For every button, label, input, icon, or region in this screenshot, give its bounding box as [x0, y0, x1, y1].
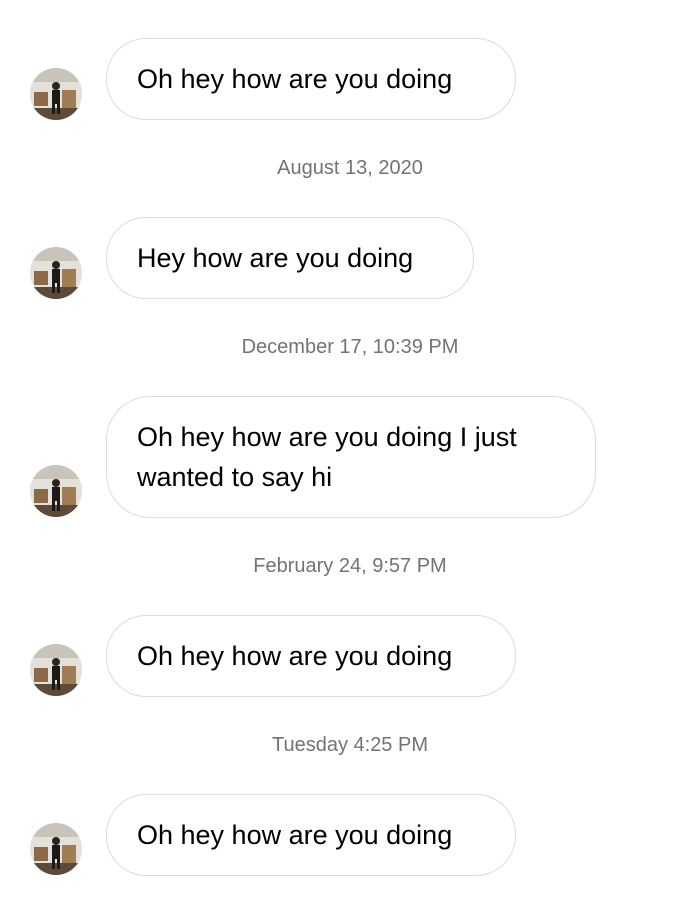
message-text: Hey how are you doing	[137, 243, 414, 273]
message-text: Oh hey how are you doing	[137, 820, 453, 850]
message-bubble[interactable]: Oh hey how are you doing	[106, 615, 516, 697]
avatar[interactable]	[30, 823, 82, 875]
message-bubble[interactable]: Oh hey how are you doing	[106, 794, 516, 876]
message-bubble[interactable]: Hey how are you doing	[106, 217, 474, 299]
timestamp: Tuesday 4:25 PM	[271, 734, 428, 756]
avatar[interactable]	[30, 68, 82, 120]
profile-photo-avatar-icon	[30, 465, 82, 517]
avatar[interactable]	[30, 465, 82, 517]
timestamp: December 17, 10:39 PM	[241, 336, 459, 358]
timestamp: August 13, 2020	[277, 157, 423, 179]
avatar[interactable]	[30, 247, 82, 299]
profile-photo-avatar-icon	[30, 68, 82, 120]
message-bubble[interactable]: Oh hey how are you doing	[106, 38, 516, 120]
avatar[interactable]	[30, 644, 82, 696]
profile-photo-avatar-icon	[30, 644, 82, 696]
timestamp: February 24, 9:57 PM	[253, 555, 447, 577]
message-bubble[interactable]: Oh hey how are you doing I just wanted t…	[106, 396, 596, 518]
message-text: Oh hey how are you doing	[137, 641, 453, 671]
message-text: Oh hey how are you doing I just wanted t…	[137, 422, 517, 492]
profile-photo-avatar-icon	[30, 247, 82, 299]
message-thread: Oh hey how are you doing August 13, 2020…	[0, 0, 700, 898]
profile-photo-avatar-icon	[30, 823, 82, 875]
message-text: Oh hey how are you doing	[137, 64, 453, 94]
